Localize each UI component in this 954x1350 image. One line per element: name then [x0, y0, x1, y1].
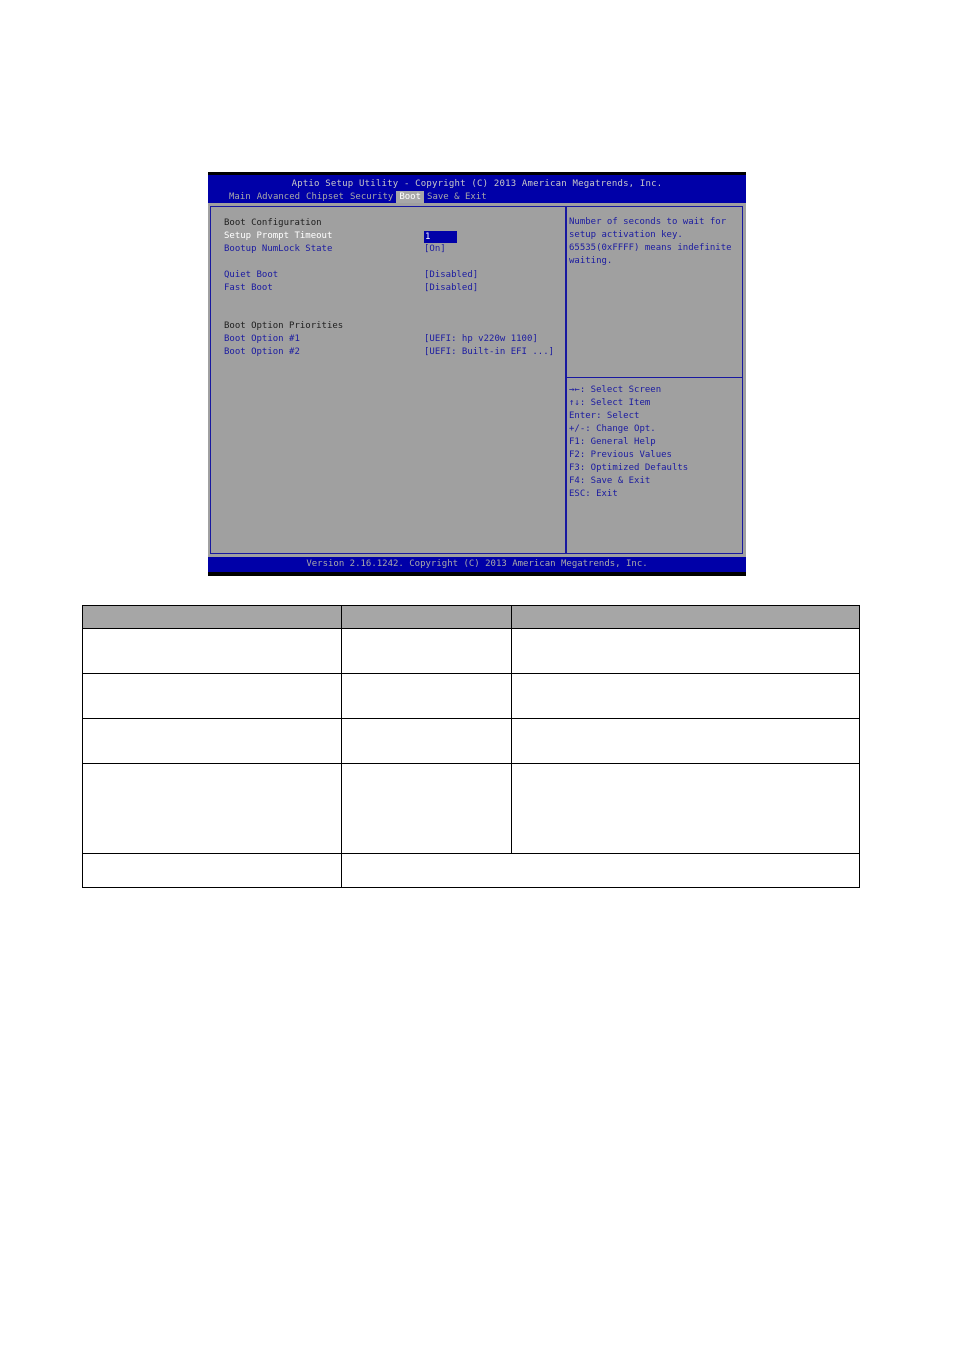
- table-cell: [82, 673, 342, 719]
- key-change-opt: +/-: Change Opt.: [569, 424, 656, 434]
- tab-save-exit[interactable]: Save & Exit: [424, 191, 490, 203]
- bios-title: Aptio Setup Utility - Copyright (C) 2013…: [291, 179, 663, 189]
- bios-tab-bar: Main Advanced Chipset Security Boot Save…: [226, 191, 490, 203]
- section-boot-configuration: Boot Configuration: [224, 218, 322, 228]
- key-enter-select: Enter: Select: [569, 411, 640, 421]
- boot-option-1-value[interactable]: [UEFI: hp v220w 1100]: [424, 333, 538, 346]
- table-header-row: [82, 605, 860, 629]
- table-header-cell: [341, 605, 512, 629]
- tab-boot[interactable]: Boot: [396, 191, 425, 203]
- fast-boot-value[interactable]: [Disabled]: [424, 282, 478, 295]
- bootup-numlock-state-value[interactable]: [On]: [424, 243, 446, 256]
- help-text: Number of seconds to wait for setup acti…: [569, 216, 739, 268]
- key-legend: →←: Select Screen ↑↓: Select Item Enter:…: [569, 384, 688, 501]
- table-cell: [341, 853, 860, 888]
- setup-prompt-timeout-value[interactable]: 1: [424, 231, 457, 243]
- key-general-help: F1: General Help: [569, 437, 656, 447]
- setting-boot-option-2[interactable]: Boot Option #2: [224, 346, 300, 359]
- key-select-screen: →←: Select Screen: [569, 385, 662, 395]
- bios-header-bar: Aptio Setup Utility - Copyright (C) 2013…: [208, 175, 746, 203]
- setting-fast-boot[interactable]: Fast Boot: [224, 282, 273, 295]
- tab-security[interactable]: Security: [347, 191, 396, 203]
- bios-footer-bar: Version 2.16.1242. Copyright (C) 2013 Am…: [208, 557, 746, 572]
- key-previous-values: F2: Previous Values: [569, 450, 672, 460]
- table-row: [82, 673, 860, 719]
- key-optimized-defaults: F3: Optimized Defaults: [569, 463, 689, 473]
- setting-bootup-numlock-state[interactable]: Bootup NumLock State: [224, 243, 332, 256]
- help-line: setup activation key.: [569, 230, 683, 240]
- setting-setup-prompt-timeout[interactable]: Setup Prompt Timeout: [224, 230, 332, 243]
- settings-panel: Boot Configuration Setup Prompt Timeout …: [210, 206, 566, 554]
- tab-advanced[interactable]: Advanced: [254, 191, 303, 203]
- bios-screenshot: Aptio Setup Utility - Copyright (C) 2013…: [208, 172, 746, 576]
- table-cell: [82, 628, 342, 674]
- tab-main[interactable]: Main: [226, 191, 254, 203]
- table-cell: [82, 718, 342, 764]
- settings-table: [82, 605, 860, 888]
- table-row: [82, 853, 860, 888]
- setting-quiet-boot[interactable]: Quiet Boot: [224, 269, 278, 282]
- table-row: [82, 718, 860, 764]
- table-cell: [511, 718, 860, 764]
- help-panel: Number of seconds to wait for setup acti…: [566, 206, 743, 554]
- table-header-cell: [82, 605, 342, 629]
- table-cell: [511, 628, 860, 674]
- table-cell: [341, 763, 512, 854]
- key-save-exit: F4: Save & Exit: [569, 476, 651, 486]
- table-cell: [341, 718, 512, 764]
- help-divider: [567, 377, 742, 378]
- bios-body: Boot Configuration Setup Prompt Timeout …: [208, 203, 746, 557]
- table-cell: [341, 628, 512, 674]
- boot-option-2-value[interactable]: [UEFI: Built-in EFI ...]: [424, 346, 554, 359]
- help-line: waiting.: [569, 256, 613, 266]
- table-cell: [82, 853, 342, 888]
- table-row: [82, 763, 860, 854]
- key-esc-exit: ESC: Exit: [569, 489, 618, 499]
- help-line: Number of seconds to wait for: [569, 217, 727, 227]
- table-header-cell: [511, 605, 860, 629]
- table-cell: [511, 763, 860, 854]
- section-boot-option-priorities: Boot Option Priorities: [224, 321, 344, 331]
- quiet-boot-value[interactable]: [Disabled]: [424, 269, 478, 282]
- key-select-item: ↑↓: Select Item: [569, 398, 651, 408]
- table-cell: [511, 673, 860, 719]
- tab-chipset[interactable]: Chipset: [303, 191, 347, 203]
- table-cell: [82, 763, 342, 854]
- help-line: 65535(0xFFFF) means indefinite: [569, 243, 732, 253]
- bios-version-text: Version 2.16.1242. Copyright (C) 2013 Am…: [306, 559, 648, 569]
- setting-boot-option-1[interactable]: Boot Option #1: [224, 333, 300, 346]
- table-row: [82, 628, 860, 674]
- table-cell: [341, 673, 512, 719]
